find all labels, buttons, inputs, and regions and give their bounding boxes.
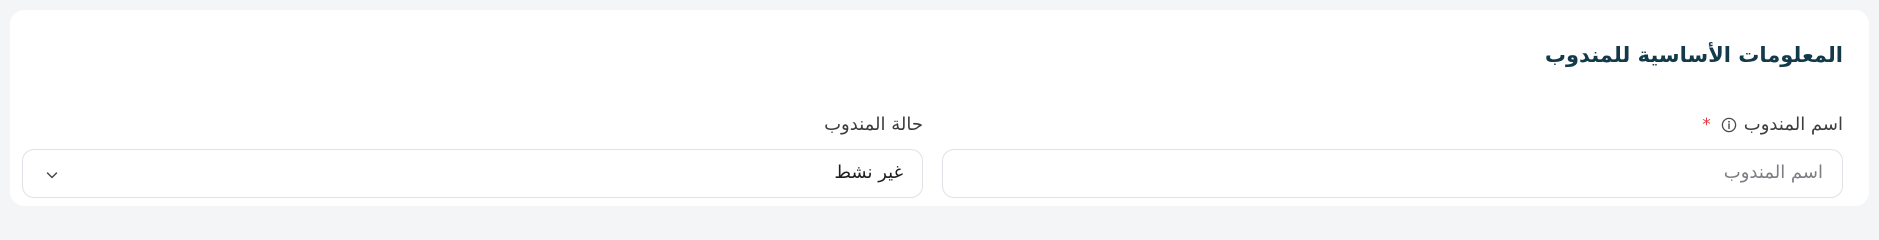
rep-name-input[interactable]: اسم المندوب: [942, 149, 1843, 198]
rep-status-label: حالة المندوب: [824, 114, 923, 135]
rep-name-label: اسم المندوب: [1743, 114, 1843, 135]
rep-name-placeholder: اسم المندوب: [1723, 162, 1823, 183]
rep-status-selected-value: غير نشط: [834, 162, 903, 183]
rep-name-label-row: اسم المندوب *: [1702, 114, 1843, 135]
required-asterisk: *: [1702, 114, 1711, 135]
section-title: المعلومات الأساسية للمندوب: [1544, 43, 1843, 67]
rep-status-label-row: حالة المندوب: [824, 114, 923, 135]
basic-info-card: المعلومات الأساسية للمندوب اسم المندوب *…: [10, 10, 1869, 206]
chevron-down-icon[interactable]: [45, 168, 59, 182]
info-icon[interactable]: [1721, 117, 1737, 133]
rep-status-select[interactable]: غير نشط: [22, 149, 923, 198]
